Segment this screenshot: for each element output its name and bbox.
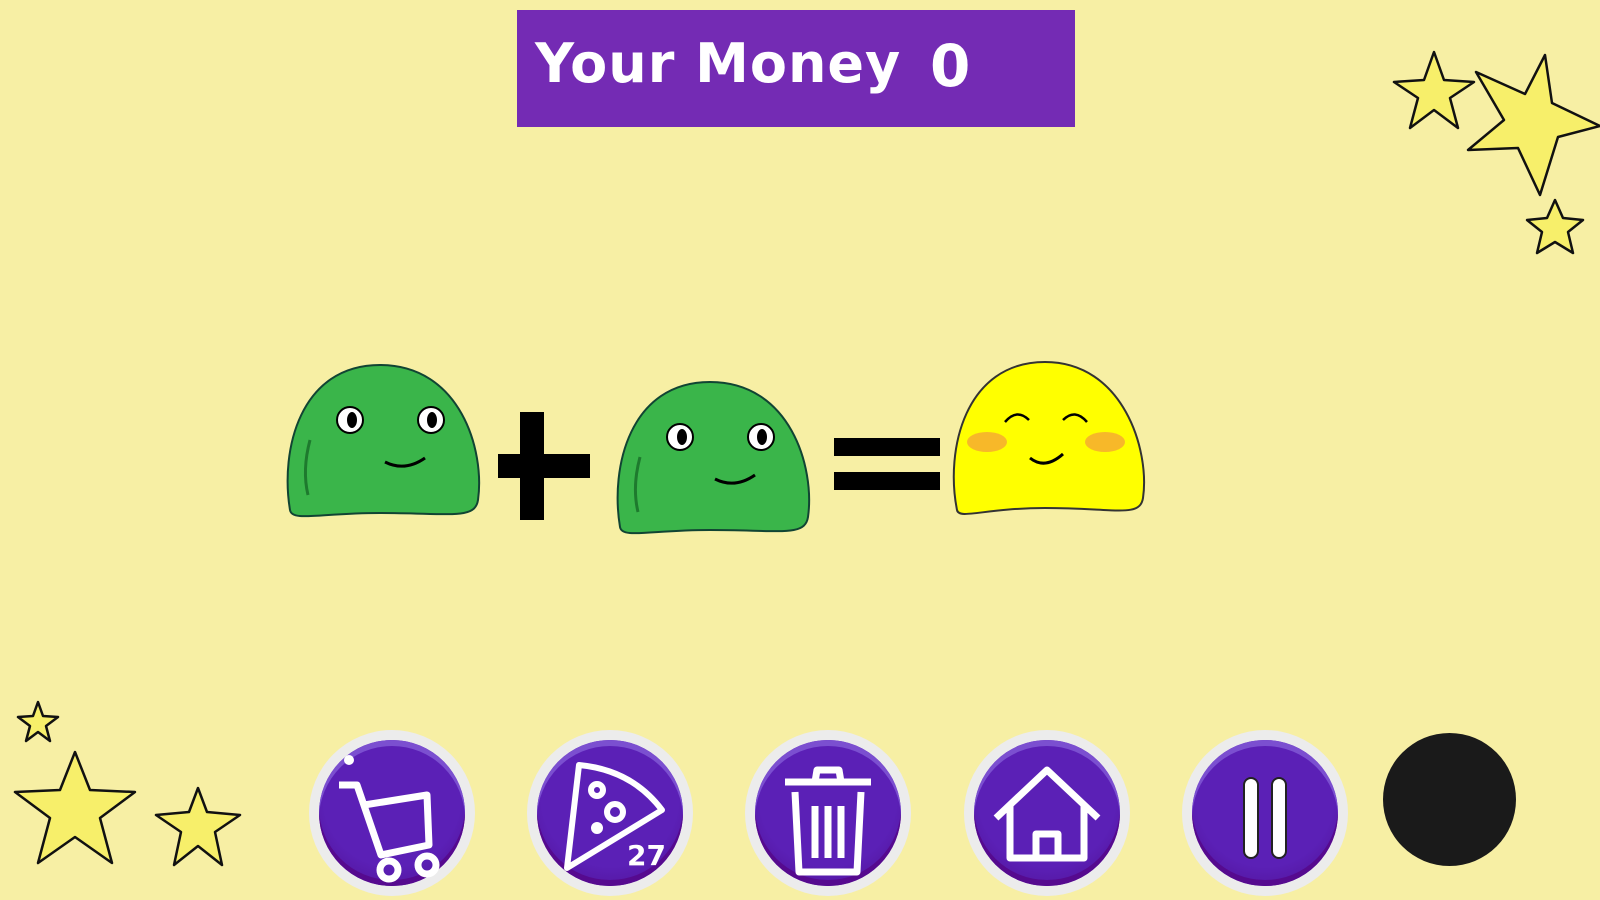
pizza-icon: 27 xyxy=(564,762,666,872)
star-icon xyxy=(1466,53,1600,197)
star-icon xyxy=(1525,198,1585,255)
stars-top-right xyxy=(1392,50,1600,255)
stars-bottom-left xyxy=(13,700,242,867)
home-icon xyxy=(993,766,1101,862)
shopping-cart-icon xyxy=(339,755,440,883)
pause-icon xyxy=(1243,777,1287,859)
food-count: 27 xyxy=(627,839,666,872)
green-slime-right xyxy=(616,380,811,535)
star-icon xyxy=(154,786,242,867)
star-icon xyxy=(13,750,137,865)
money-label: Your Money xyxy=(535,32,902,95)
pause-button[interactable] xyxy=(1182,730,1348,896)
trash-button[interactable] xyxy=(745,730,911,896)
home-button[interactable] xyxy=(964,730,1130,896)
merge-equation xyxy=(286,360,1145,535)
star-icon xyxy=(1392,50,1476,130)
yellow-slime xyxy=(952,360,1145,515)
plus-icon xyxy=(498,412,590,520)
equals-icon xyxy=(834,438,940,490)
money-panel: Your Money 0 xyxy=(517,10,1075,127)
trash-icon xyxy=(785,766,871,876)
star-icon xyxy=(16,700,60,743)
black-circle-button[interactable] xyxy=(1383,733,1516,866)
shop-button[interactable] xyxy=(309,730,475,896)
green-slime-left xyxy=(286,363,481,518)
food-button[interactable]: 27 xyxy=(527,730,693,896)
money-value: 0 xyxy=(930,32,971,100)
